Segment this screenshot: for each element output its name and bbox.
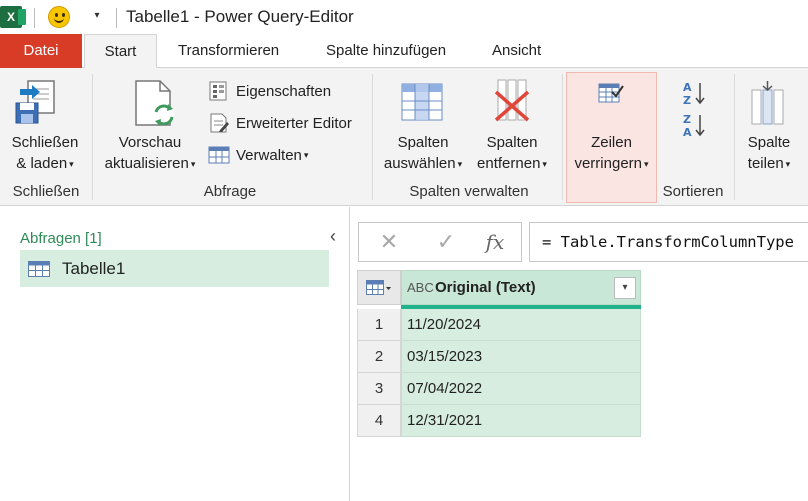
properties-icon xyxy=(209,81,227,101)
group-label-query: Abfrage xyxy=(203,183,257,200)
table-menu-icon xyxy=(366,280,391,295)
window-title: Tabelle1 - Power Query-Editor xyxy=(126,7,354,26)
group-label-close: Schließen xyxy=(12,183,80,200)
commit-formula-icon[interactable]: ✓ xyxy=(434,230,458,254)
manage-button[interactable]: Verwalten ▾ xyxy=(208,143,308,167)
collapse-panel-icon[interactable]: ‹ xyxy=(325,227,341,245)
title-bar: X ▾ Tabelle1 - Power Query-Editor xyxy=(0,0,808,34)
split-column-button[interactable]: Spalte teilen ▾ xyxy=(738,132,800,175)
query-item[interactable]: Tabelle1 xyxy=(20,250,329,287)
split-column-icon xyxy=(751,81,784,125)
manage-table-icon xyxy=(208,146,230,164)
tab-transform[interactable]: Transformieren xyxy=(178,34,279,68)
row-number[interactable]: 3 xyxy=(357,373,401,405)
text-type-icon[interactable]: ABC xyxy=(407,280,434,295)
row-number[interactable]: 1 xyxy=(357,309,401,341)
ribbon-tabs: Datei Start Transformieren Spalte hinzuf… xyxy=(0,34,808,69)
queries-header: Abfragen [1] xyxy=(20,230,102,247)
advanced-editor-button[interactable]: Erweiterter Editor xyxy=(208,111,352,135)
table-icon xyxy=(28,260,50,277)
formula-buttons: ✕ ✓ fx xyxy=(358,222,522,262)
advanced-editor-icon xyxy=(210,113,229,133)
choose-columns-button[interactable]: Spalten auswählen ▾ xyxy=(378,132,468,175)
close-and-load-icon xyxy=(15,80,55,124)
close-and-load-button[interactable]: Schließen & laden ▾ xyxy=(10,132,80,175)
tab-add-column[interactable]: Spalte hinzufügen xyxy=(326,34,446,68)
sort-ascending-icon[interactable]: A Z xyxy=(682,80,708,106)
remove-columns-button[interactable]: Spalten entfernen ▾ xyxy=(470,132,554,175)
table-row: 3 07/04/2022 xyxy=(357,373,642,405)
table-row: 4 12/31/2021 xyxy=(357,405,642,437)
properties-button[interactable]: Eigenschaften xyxy=(208,79,331,103)
table-cell[interactable]: 11/20/2024 xyxy=(401,309,641,341)
chevron-down-icon: ▾ xyxy=(542,158,547,169)
divider xyxy=(734,74,735,200)
choose-columns-icon xyxy=(401,83,443,121)
cancel-formula-icon[interactable]: ✕ xyxy=(377,230,401,254)
table-cell[interactable]: 03/15/2023 xyxy=(401,341,641,373)
row-number[interactable]: 2 xyxy=(357,341,401,373)
formula-input[interactable]: = Table.TransformColumnType xyxy=(529,222,808,262)
divider xyxy=(34,8,35,28)
row-number[interactable]: 4 xyxy=(357,405,401,437)
column-header-original[interactable]: ABC Original (Text) ▾ xyxy=(401,270,641,305)
table-cell[interactable]: 07/04/2022 xyxy=(401,373,641,405)
sort-descending-icon[interactable]: Z A xyxy=(682,112,708,138)
column-filter-dropdown-icon[interactable]: ▾ xyxy=(614,277,636,299)
queries-panel: Abfragen [1] ‹ Tabelle1 xyxy=(0,207,350,501)
insert-function-icon[interactable]: fx xyxy=(483,230,507,254)
svg-text:Z: Z xyxy=(683,94,691,106)
table-cell[interactable]: 12/31/2021 xyxy=(401,405,641,437)
ribbon: Schließen & laden ▾ Schließen Vorschau ak… xyxy=(0,68,808,206)
group-label-sort: Sortieren xyxy=(662,183,724,200)
chevron-down-icon: ▾ xyxy=(457,158,463,169)
table-row: 1 11/20/2024 xyxy=(357,309,642,341)
excel-app-icon[interactable]: X xyxy=(0,6,26,28)
quick-access-dropdown-icon[interactable]: ▾ xyxy=(90,10,104,24)
refresh-preview-button[interactable]: Vorschau aktualisieren ▾ xyxy=(100,132,200,175)
query-name: Tabelle1 xyxy=(62,258,126,278)
column-name: Original (Text) xyxy=(435,279,536,296)
chevron-down-icon: ▾ xyxy=(644,158,649,169)
refresh-preview-icon xyxy=(135,80,174,126)
table-menu-button[interactable] xyxy=(357,270,401,305)
svg-text:A: A xyxy=(683,81,692,94)
chevron-down-icon: ▾ xyxy=(785,158,791,169)
remove-columns-icon xyxy=(494,79,530,122)
tab-file[interactable]: Datei xyxy=(0,34,82,68)
reduce-rows-icon xyxy=(598,83,624,103)
smiley-feedback-icon[interactable] xyxy=(48,6,70,28)
tab-start[interactable]: Start xyxy=(84,34,157,69)
chevron-down-icon: ▾ xyxy=(303,149,309,160)
reduce-rows-button[interactable]: Zeilen verringern ▾ xyxy=(566,132,657,175)
svg-text:A: A xyxy=(683,126,692,138)
group-label-manage-columns: Spalten verwalten xyxy=(409,183,529,200)
divider xyxy=(562,74,563,200)
divider xyxy=(92,74,93,200)
smiley-mouth xyxy=(54,17,64,23)
chevron-down-icon: ▾ xyxy=(69,158,74,169)
grid-header: ABC Original (Text) ▾ xyxy=(357,270,642,309)
table-row: 2 03/15/2023 xyxy=(357,341,642,373)
svg-text:Z: Z xyxy=(683,113,691,126)
divider xyxy=(372,74,373,200)
chevron-down-icon: ▾ xyxy=(190,158,196,169)
tab-view[interactable]: Ansicht xyxy=(492,34,541,68)
divider xyxy=(116,8,117,28)
